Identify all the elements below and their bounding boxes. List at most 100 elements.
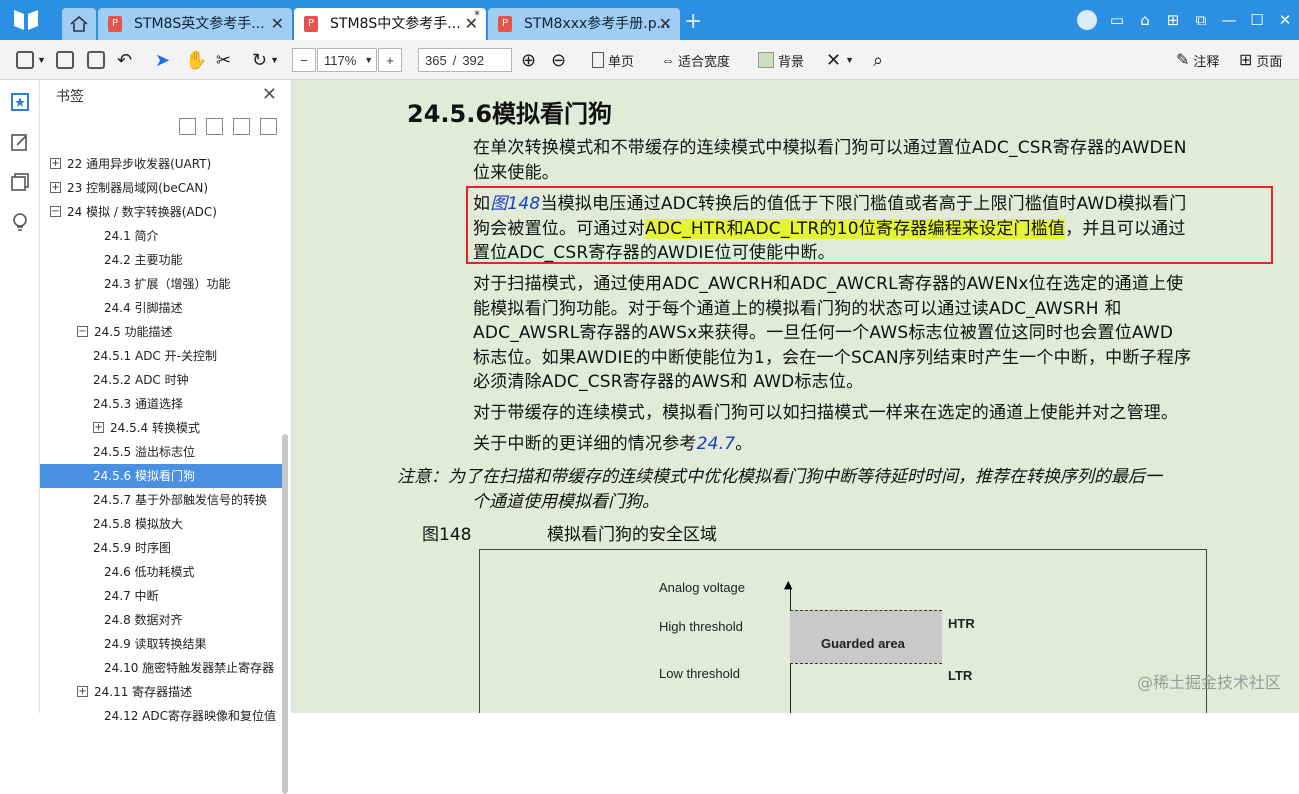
open-button[interactable]: ▼ <box>16 49 46 71</box>
user-avatar-icon[interactable] <box>1077 10 1097 30</box>
tab-stm8s-en[interactable]: P STM8S英文参考手... ✕ <box>98 8 292 40</box>
bookmark-item[interactable]: 24.10 施密特触发器禁止寄存器 <box>40 656 284 680</box>
zoom-select[interactable]: 117% ▼ <box>317 48 377 72</box>
collapse-all-icon[interactable] <box>179 118 196 135</box>
search-button[interactable]: ⌕ <box>873 49 883 71</box>
zoom-out-button[interactable]: − <box>292 48 316 72</box>
home-tab-button[interactable] <box>62 8 96 40</box>
bookmark-label: 24.5.1 ADC 开-关控制 <box>93 349 217 363</box>
next-page-button[interactable]: ⊖ <box>551 49 566 71</box>
bookmark-item[interactable]: 24.4 引脚描述 <box>40 296 284 320</box>
bookmark-item[interactable]: 24.9 读取转换结果 <box>40 632 284 656</box>
close-icon[interactable]: ✕ <box>271 8 284 40</box>
bookmark-label: 24.12 ADC寄存器映像和复位值 <box>104 709 276 723</box>
bookmark-item[interactable]: 24.2 主要功能 <box>40 248 284 272</box>
undo-button[interactable]: ↶ <box>117 49 132 71</box>
expand-all-icon[interactable] <box>206 118 223 135</box>
tab-stm8s-cn[interactable]: P STM8S中文参考手... ✕ * <box>294 8 486 40</box>
grid-icon[interactable]: ⊞ <box>1159 11 1187 29</box>
bookmark-label: 24.4 引脚描述 <box>104 301 183 315</box>
expand-icon[interactable]: + <box>50 158 61 169</box>
scrollbar[interactable] <box>282 434 288 794</box>
print-button[interactable] <box>56 49 74 71</box>
bookmark-item[interactable]: 24.7 中断 <box>40 584 284 608</box>
bookmark-item[interactable]: 24.5.3 通道选择 <box>40 392 284 416</box>
bookmark-item[interactable]: 24.5.8 模拟放大 <box>40 512 284 536</box>
annotation-rectangle[interactable] <box>466 186 1273 264</box>
bookmark-item[interactable]: 24.5.1 ADC 开-关控制 <box>40 344 284 368</box>
background-button[interactable]: 背景 <box>758 49 804 71</box>
bookmark-panel-title: 书签 <box>56 89 84 105</box>
tab-label: STM8xxx参考手册.p... <box>524 16 670 32</box>
thumbnails-icon[interactable] <box>10 172 30 192</box>
hand-tool-button[interactable]: ✋ <box>185 49 207 71</box>
bookmark-item[interactable]: 24.6 低功耗模式 <box>40 560 284 584</box>
select-tool-button[interactable]: ➤ <box>155 49 170 71</box>
rotate-button[interactable]: ↻ ▼ <box>252 49 279 71</box>
page-number-input[interactable]: 365 / 392 <box>418 48 512 72</box>
tab-stm8xxx[interactable]: P STM8xxx参考手册.p... ✕ <box>488 8 680 40</box>
single-page-icon <box>592 52 604 68</box>
annotate-button[interactable]: ✎ 注释 <box>1176 49 1219 71</box>
close-icon[interactable]: ✕ <box>262 84 277 105</box>
bookmark-item[interactable]: 24.1 简介 <box>40 224 284 248</box>
bookmark-item[interactable]: 24.5.9 时序图 <box>40 536 284 560</box>
bookmark-item[interactable]: 24.5.5 溢出标志位 <box>40 440 284 464</box>
new-tab-icon[interactable]: + <box>684 9 702 34</box>
restore-icon[interactable]: ⧉ <box>1187 11 1215 29</box>
single-page-button[interactable]: 单页 <box>592 49 634 71</box>
bookmark-item[interactable]: +22 通用异步收发器(UART) <box>40 152 284 176</box>
scissors-icon: ✂ <box>216 49 232 70</box>
close-doc-button[interactable]: ✕ ▼ <box>826 49 854 71</box>
annotation-list-icon[interactable] <box>10 132 30 152</box>
maximize-icon[interactable]: ☐ <box>1243 11 1271 29</box>
bookmark-label: 24.11 寄存器描述 <box>94 685 193 699</box>
bookmark-icon[interactable] <box>10 92 30 112</box>
modified-marker-icon: * <box>474 8 480 22</box>
close-window-icon[interactable]: ✕ <box>1271 11 1299 29</box>
bookmark-item[interactable]: 24.8 数据对齐 <box>40 608 284 632</box>
pages-button[interactable]: ⊞ 页面 <box>1239 49 1282 71</box>
zoom-in-button[interactable]: + <box>378 48 402 72</box>
figure-ltr-line <box>790 663 942 664</box>
bookmark-label: 24.5.6 模拟看门狗 <box>93 469 195 483</box>
fit-width-button[interactable]: ⇔ 适合宽度 <box>661 49 730 71</box>
tab-label: STM8S英文参考手... <box>134 16 265 32</box>
bookmark-item[interactable]: +24.11 寄存器描述 <box>40 680 284 704</box>
expand-icon[interactable]: + <box>50 182 61 193</box>
paragraph-line: 在单次转换模式和不带缓存的连续模式中模拟看门狗可以通过置位ADC_CSR寄存器的… <box>473 138 1187 158</box>
tab-label: STM8S中文参考手... <box>330 16 461 32</box>
prev-page-button[interactable]: ⊕ <box>521 49 536 71</box>
pdf-page: 24.5.6模拟看门狗 在单次转换模式和不带缓存的连续模式中模拟看门狗可以通过置… <box>292 80 1299 713</box>
expand-icon[interactable]: + <box>77 686 88 697</box>
message-icon[interactable]: ▭ <box>1103 11 1131 29</box>
bookmark-item[interactable]: +24.5.4 转换模式 <box>40 416 284 440</box>
minimize-icon[interactable]: — <box>1215 11 1243 29</box>
cut-button[interactable]: ✂ <box>216 49 231 71</box>
hand-icon: ✋ <box>185 49 208 70</box>
section-link[interactable]: 24.7 <box>697 434 736 454</box>
bookmark-label: 24.5 功能描述 <box>94 325 173 339</box>
save-button[interactable] <box>87 49 105 71</box>
add-bookmark-icon[interactable] <box>233 118 250 135</box>
pdf-file-icon: P <box>498 16 512 32</box>
skin-icon[interactable]: ⌂ <box>1131 11 1159 29</box>
lightbulb-icon[interactable] <box>10 212 30 232</box>
bookmark-item[interactable]: 24.5.7 基于外部触发信号的转换 <box>40 488 284 512</box>
sidebar-rail <box>0 80 40 713</box>
delete-bookmark-icon[interactable] <box>260 118 277 135</box>
bookmark-item[interactable]: 24.5.6 模拟看门狗 <box>40 464 284 488</box>
collapse-icon[interactable]: − <box>50 206 61 217</box>
zoom-control: − 117% ▼ + <box>292 48 402 72</box>
bookmark-item[interactable]: 24.5.2 ADC 时钟 <box>40 368 284 392</box>
bookmark-item[interactable]: +23 控制器局域网(beCAN) <box>40 176 284 200</box>
bookmark-item[interactable]: 24.3 扩展（增强）功能 <box>40 272 284 296</box>
expand-icon[interactable]: + <box>93 422 104 433</box>
home-icon <box>70 16 88 32</box>
close-icon[interactable]: ✕ <box>659 8 672 40</box>
bookmark-item[interactable]: −24.5 功能描述 <box>40 320 284 344</box>
collapse-icon[interactable]: − <box>77 326 88 337</box>
bookmark-item[interactable]: −24 模拟 / 数字转换器(ADC) <box>40 200 284 224</box>
bookmark-label: 24.2 主要功能 <box>104 253 183 267</box>
bookmark-item[interactable]: 24.12 ADC寄存器映像和复位值 <box>40 704 284 728</box>
